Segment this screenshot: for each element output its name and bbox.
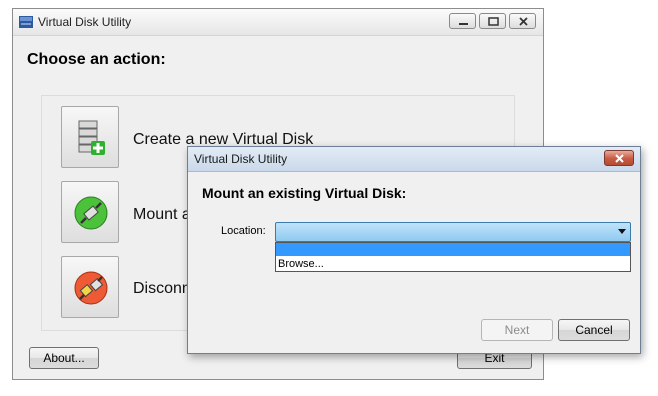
close-icon — [615, 154, 624, 163]
minimize-button[interactable] — [449, 13, 476, 29]
dropdown-option-browse[interactable]: Browse... — [278, 258, 324, 270]
mount-dialog: Virtual Disk Utility Mount an existing V… — [187, 146, 641, 354]
dialog-title: Virtual Disk Utility — [194, 152, 288, 166]
cancel-button[interactable]: Cancel — [558, 319, 630, 341]
create-disk-button[interactable] — [61, 106, 119, 168]
next-button[interactable]: Next — [481, 319, 553, 341]
close-button[interactable] — [509, 13, 536, 29]
create-disk-icon — [78, 120, 105, 155]
mount-disk-label[interactable]: Mount a — [133, 206, 191, 224]
mount-plug-icon — [74, 196, 108, 230]
disconnect-plug-icon — [74, 271, 108, 305]
dialog-close-button[interactable] — [604, 150, 634, 166]
location-label: Location: — [221, 225, 266, 237]
about-button[interactable]: About... — [29, 347, 99, 369]
location-dropdown-list: Browse... — [275, 242, 631, 272]
dialog-titlebar[interactable]: Virtual Disk Utility — [188, 147, 640, 172]
main-titlebar[interactable]: Virtual Disk Utility — [13, 9, 543, 36]
location-combobox[interactable] — [275, 222, 631, 242]
disconnect-disk-button[interactable] — [61, 256, 119, 318]
close-icon — [519, 17, 528, 26]
mount-disk-button[interactable] — [61, 181, 119, 243]
maximize-icon — [488, 17, 499, 26]
main-window-title: Virtual Disk Utility — [38, 15, 132, 29]
chevron-down-icon[interactable] — [618, 229, 626, 234]
dropdown-option-empty[interactable] — [276, 243, 630, 256]
maximize-button[interactable] — [479, 13, 506, 29]
app-disk-icon — [19, 16, 33, 28]
dialog-heading: Mount an existing Virtual Disk: — [202, 185, 407, 201]
choose-action-heading: Choose an action: — [27, 51, 166, 68]
minimize-icon — [459, 23, 468, 25]
disconnect-disk-label[interactable]: Disconn — [133, 280, 191, 298]
